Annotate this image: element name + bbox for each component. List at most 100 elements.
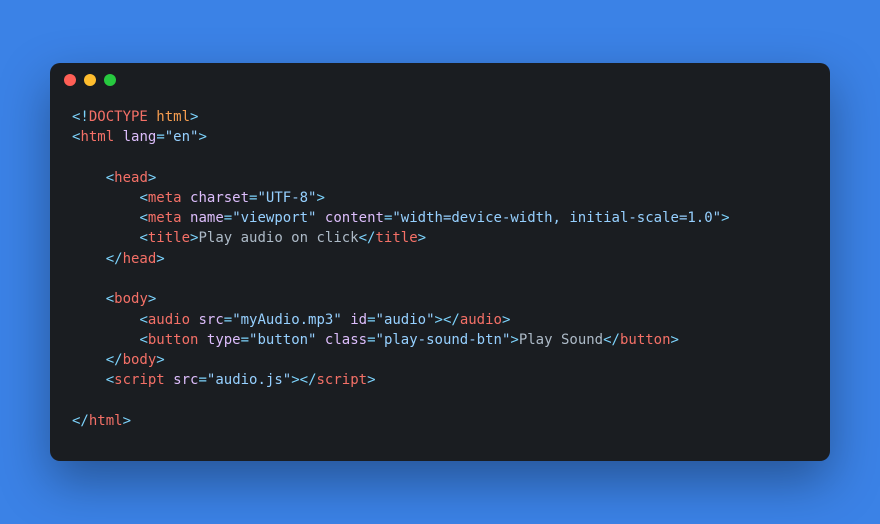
script-close-tag: script bbox=[317, 372, 368, 388]
script-gt: > bbox=[291, 372, 299, 388]
title-close-gt: > bbox=[418, 230, 426, 246]
doctype-close: > bbox=[190, 109, 198, 125]
doctype-keyword: DOCTYPE bbox=[89, 109, 148, 125]
eq: = bbox=[156, 129, 164, 145]
eq6: = bbox=[367, 312, 375, 328]
viewport-val: "viewport" bbox=[232, 210, 316, 226]
audio-close-gt: > bbox=[502, 312, 510, 328]
space bbox=[316, 210, 324, 226]
indent bbox=[72, 352, 106, 368]
name-attr: name bbox=[190, 210, 224, 226]
meta-tag2: meta bbox=[148, 210, 182, 226]
eq5: = bbox=[224, 312, 232, 328]
head-lt: < bbox=[106, 170, 114, 186]
indent bbox=[72, 251, 106, 267]
doctype-html: html bbox=[148, 109, 190, 125]
indent bbox=[72, 291, 106, 307]
audio-src-val: "myAudio.mp3" bbox=[232, 312, 342, 328]
space bbox=[165, 372, 173, 388]
audio-close-lt: </ bbox=[443, 312, 460, 328]
body-close-tag: body bbox=[123, 352, 157, 368]
button-tag: button bbox=[148, 332, 199, 348]
space bbox=[316, 332, 324, 348]
html-tag: html bbox=[80, 129, 114, 145]
button-type-val: "button" bbox=[249, 332, 316, 348]
audio-gt: > bbox=[435, 312, 443, 328]
button-class-attr: class bbox=[325, 332, 367, 348]
button-text: Play Sound bbox=[519, 332, 603, 348]
indent bbox=[72, 312, 139, 328]
doctype-open: <! bbox=[72, 109, 89, 125]
meta2-gt: > bbox=[721, 210, 729, 226]
button-type-attr: type bbox=[207, 332, 241, 348]
title-close-lt: </ bbox=[359, 230, 376, 246]
gt: > bbox=[198, 129, 206, 145]
charset-attr: charset bbox=[190, 190, 249, 206]
space bbox=[182, 210, 190, 226]
window-titlebar bbox=[50, 63, 830, 97]
button-gt: > bbox=[510, 332, 518, 348]
audio-tag: audio bbox=[148, 312, 190, 328]
space bbox=[182, 190, 190, 206]
body-lt: < bbox=[106, 291, 114, 307]
audio-src-attr: src bbox=[198, 312, 223, 328]
script-lt: < bbox=[106, 372, 114, 388]
eq3: = bbox=[224, 210, 232, 226]
close-icon[interactable] bbox=[64, 74, 76, 86]
meta2-lt: < bbox=[139, 210, 147, 226]
script-tag: script bbox=[114, 372, 165, 388]
minimize-icon[interactable] bbox=[84, 74, 96, 86]
content-attr: content bbox=[325, 210, 384, 226]
script-src-attr: src bbox=[173, 372, 198, 388]
body-close-gt: > bbox=[156, 352, 164, 368]
lang-val: "en" bbox=[165, 129, 199, 145]
title-lt: < bbox=[139, 230, 147, 246]
charset-val: "UTF-8" bbox=[257, 190, 316, 206]
title-tag: title bbox=[148, 230, 190, 246]
meta1-gt: > bbox=[317, 190, 325, 206]
script-close-lt: </ bbox=[300, 372, 317, 388]
title-close-tag: title bbox=[375, 230, 417, 246]
zoom-icon[interactable] bbox=[104, 74, 116, 86]
script-src-val: "audio.js" bbox=[207, 372, 291, 388]
indent bbox=[72, 332, 139, 348]
head-close-tag: head bbox=[123, 251, 157, 267]
body-close-lt: </ bbox=[106, 352, 123, 368]
button-lt: < bbox=[139, 332, 147, 348]
html-close-gt: > bbox=[123, 413, 131, 429]
gt2: > bbox=[148, 170, 156, 186]
indent bbox=[72, 210, 139, 226]
space bbox=[198, 332, 206, 348]
head-close-gt: > bbox=[156, 251, 164, 267]
audio-id-val: "audio" bbox=[376, 312, 435, 328]
code-block: <!DOCTYPE html> <html lang="en"> <head> … bbox=[50, 97, 830, 462]
body-gt: > bbox=[148, 291, 156, 307]
button-class-val: "play-sound-btn" bbox=[376, 332, 511, 348]
indent bbox=[72, 230, 139, 246]
head-tag: head bbox=[114, 170, 148, 186]
html-close-tag: html bbox=[89, 413, 123, 429]
indent bbox=[72, 170, 106, 186]
eq9: = bbox=[198, 372, 206, 388]
audio-id-attr: id bbox=[350, 312, 367, 328]
head-close-lt: </ bbox=[106, 251, 123, 267]
script-close-gt: > bbox=[367, 372, 375, 388]
audio-lt: < bbox=[139, 312, 147, 328]
lang-attr: lang bbox=[123, 129, 157, 145]
meta-tag1: meta bbox=[148, 190, 182, 206]
title-text: Play audio on click bbox=[198, 230, 358, 246]
indent bbox=[72, 372, 106, 388]
code-window: <!DOCTYPE html> <html lang="en"> <head> … bbox=[50, 63, 830, 462]
space bbox=[342, 312, 350, 328]
html-close-lt: </ bbox=[72, 413, 89, 429]
meta1-lt: < bbox=[139, 190, 147, 206]
eq8: = bbox=[367, 332, 375, 348]
body-tag: body bbox=[114, 291, 148, 307]
button-close-tag: button bbox=[620, 332, 671, 348]
button-close-gt: > bbox=[671, 332, 679, 348]
indent bbox=[72, 190, 139, 206]
content-val: "width=device-width, initial-scale=1.0" bbox=[392, 210, 721, 226]
button-close-lt: </ bbox=[603, 332, 620, 348]
eq7: = bbox=[241, 332, 249, 348]
space bbox=[114, 129, 122, 145]
